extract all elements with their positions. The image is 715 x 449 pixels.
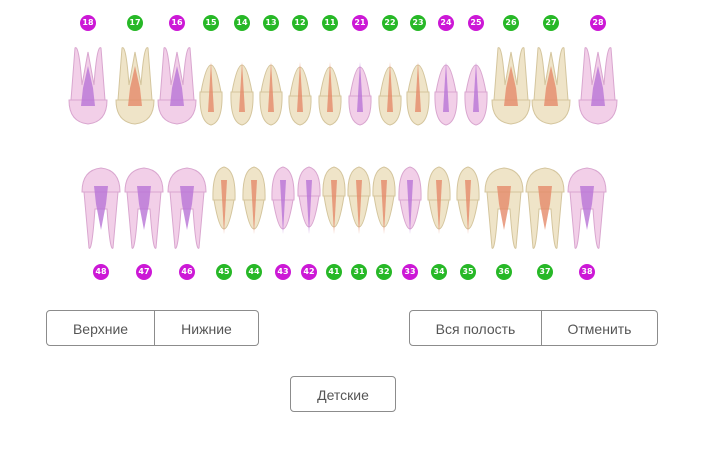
tooth-number-badge[interactable]: 43 — [275, 264, 291, 280]
lower-jaw — [0, 166, 715, 252]
tooth-number-badge[interactable]: 46 — [179, 264, 195, 280]
tooth-35[interactable] — [455, 166, 481, 252]
tooth-31[interactable] — [346, 166, 372, 252]
lower-tooth-numbers: 48 47 46 45 44 43 42 41 31 32 33 34 35 36 37 38 — [0, 264, 715, 280]
tooth-21[interactable] — [347, 44, 373, 126]
upper-jaw — [0, 44, 715, 126]
tooth-number-badge[interactable]: 22 — [382, 15, 398, 31]
tooth-15[interactable] — [198, 44, 224, 126]
children-teeth-button[interactable]: Детские — [290, 376, 396, 412]
tooth-12[interactable] — [287, 44, 313, 126]
tooth-42[interactable] — [296, 166, 322, 252]
tooth-33[interactable] — [397, 166, 423, 252]
tooth-number-badge[interactable]: 31 — [351, 264, 367, 280]
tooth-number-badge[interactable]: 15 — [203, 15, 219, 31]
tooth-number-badge[interactable]: 45 — [216, 264, 232, 280]
tooth-number-badge[interactable]: 48 — [93, 264, 109, 280]
tooth-23[interactable] — [405, 44, 431, 126]
tooth-number-badge[interactable]: 12 — [292, 15, 308, 31]
whole-cavity-button[interactable]: Вся полость — [409, 310, 542, 346]
tooth-48[interactable] — [80, 166, 122, 252]
tooth-25[interactable] — [463, 44, 489, 126]
tooth-number-badge[interactable]: 38 — [579, 264, 595, 280]
tooth-number-badge[interactable]: 26 — [503, 15, 519, 31]
cancel-button[interactable]: Отменить — [542, 310, 658, 346]
tooth-number-badge[interactable]: 14 — [234, 15, 250, 31]
tooth-46[interactable] — [166, 166, 208, 252]
tooth-34[interactable] — [426, 166, 452, 252]
tooth-number-badge[interactable]: 34 — [431, 264, 447, 280]
tooth-number-badge[interactable]: 18 — [80, 15, 96, 31]
upper-jaw-button[interactable]: Верхние — [46, 310, 155, 346]
tooth-28[interactable] — [577, 44, 619, 126]
tooth-number-badge[interactable]: 37 — [537, 264, 553, 280]
tooth-38[interactable] — [566, 166, 608, 252]
tooth-number-badge[interactable]: 42 — [301, 264, 317, 280]
tooth-number-badge[interactable]: 24 — [438, 15, 454, 31]
tooth-27[interactable] — [530, 44, 572, 126]
tooth-47[interactable] — [123, 166, 165, 252]
tooth-14[interactable] — [229, 44, 255, 126]
tooth-number-badge[interactable]: 44 — [246, 264, 262, 280]
tooth-17[interactable] — [114, 44, 156, 126]
tooth-37[interactable] — [524, 166, 566, 252]
tooth-36[interactable] — [483, 166, 525, 252]
tooth-45[interactable] — [211, 166, 237, 252]
tooth-22[interactable] — [377, 44, 403, 126]
tooth-43[interactable] — [270, 166, 296, 252]
tooth-number-badge[interactable]: 13 — [263, 15, 279, 31]
tooth-32[interactable] — [371, 166, 397, 252]
tooth-number-badge[interactable]: 32 — [376, 264, 392, 280]
tooth-26[interactable] — [490, 44, 532, 126]
tooth-number-badge[interactable]: 36 — [496, 264, 512, 280]
lower-jaw-button[interactable]: Нижние — [155, 310, 259, 346]
tooth-24[interactable] — [433, 44, 459, 126]
tooth-number-badge[interactable]: 25 — [468, 15, 484, 31]
tooth-number-badge[interactable]: 35 — [460, 264, 476, 280]
tooth-number-badge[interactable]: 17 — [127, 15, 143, 31]
tooth-number-badge[interactable]: 28 — [590, 15, 606, 31]
tooth-41[interactable] — [321, 166, 347, 252]
upper-tooth-numbers: 18 17 16 15 14 13 12 11 21 22 23 24 25 26 27 28 — [0, 15, 715, 31]
tooth-13[interactable] — [258, 44, 284, 126]
tooth-number-badge[interactable]: 47 — [136, 264, 152, 280]
tooth-number-badge[interactable]: 23 — [410, 15, 426, 31]
tooth-11[interactable] — [317, 44, 343, 126]
tooth-number-badge[interactable]: 33 — [402, 264, 418, 280]
tooth-number-badge[interactable]: 11 — [322, 15, 338, 31]
tooth-number-badge[interactable]: 41 — [326, 264, 342, 280]
tooth-number-badge[interactable]: 16 — [169, 15, 185, 31]
tooth-44[interactable] — [241, 166, 267, 252]
tooth-number-badge[interactable]: 27 — [543, 15, 559, 31]
tooth-16[interactable] — [156, 44, 198, 126]
tooth-18[interactable] — [67, 44, 109, 126]
tooth-number-badge[interactable]: 21 — [352, 15, 368, 31]
